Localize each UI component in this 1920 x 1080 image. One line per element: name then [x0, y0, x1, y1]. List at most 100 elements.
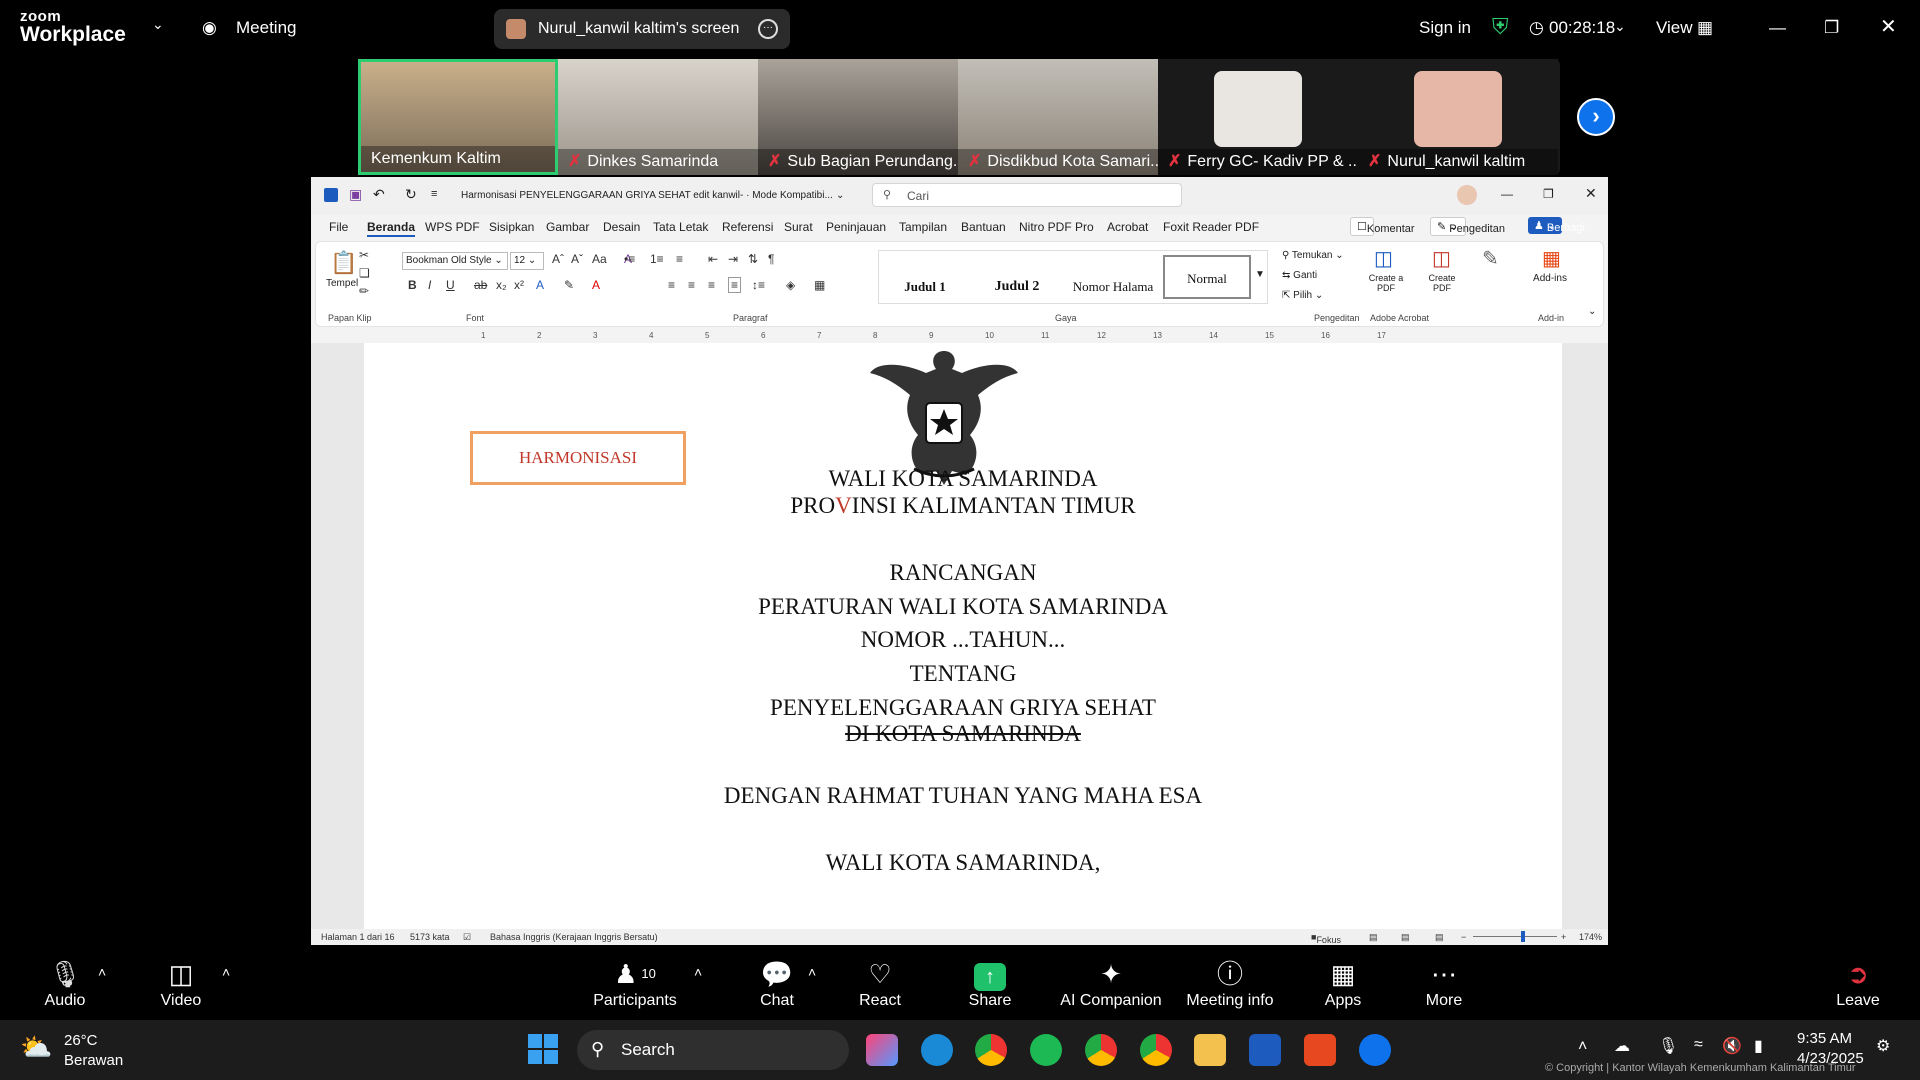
align-center-icon[interactable]: ≡ [688, 278, 695, 292]
highlight-icon[interactable]: ✎ [564, 278, 574, 292]
more-button[interactable]: ⋯ More [1418, 956, 1470, 1010]
close-icon[interactable]: ✕ [1880, 14, 1897, 39]
shrink-font-icon[interactable]: Aˇ [571, 252, 583, 266]
copy-icon[interactable]: ❏ [359, 266, 370, 280]
print-layout-icon[interactable]: ▤ [1401, 932, 1410, 943]
participant-tile[interactable]: ✗ Dinkes Samarinda [558, 59, 758, 175]
tab-tampilan[interactable]: Tampilan [899, 220, 947, 234]
status-page[interactable]: Halaman 1 dari 16 [321, 932, 395, 942]
komentar-button[interactable]: ☐ Komentar [1350, 217, 1415, 236]
battery-icon[interactable]: ▮ [1754, 1036, 1763, 1056]
tab-gambar[interactable]: Gambar [546, 220, 589, 234]
chat-button[interactable]: 💬 Chat [752, 956, 802, 1010]
customize-toolbar-icon[interactable]: ≡ [431, 188, 437, 200]
participant-tile[interactable]: ✗ Nurul_kanwil kaltim [1358, 59, 1558, 175]
close-icon[interactable]: ✕ [1585, 185, 1597, 202]
style-judul-1[interactable]: Judul 1 [881, 265, 969, 309]
file-explorer-icon[interactable] [1194, 1034, 1226, 1066]
superscript-icon[interactable]: x² [514, 278, 524, 292]
tab-acrobat[interactable]: Acrobat [1107, 220, 1148, 234]
status-language[interactable]: Bahasa Inggris (Kerajaan Inggris Bersatu… [490, 932, 658, 942]
participant-tile[interactable]: ✗ Sub Bagian Perundang... [758, 59, 958, 175]
sign-pdf-icon[interactable]: ✎ [1482, 246, 1499, 271]
zoom-app-icon[interactable] [1359, 1034, 1391, 1066]
notification-icon[interactable]: ⚙ [1876, 1036, 1890, 1056]
subscript-icon[interactable]: x₂ [496, 278, 507, 292]
style-judul-2[interactable]: Judul 2 [973, 265, 1061, 309]
add-ins-icon[interactable]: ▦ [1542, 246, 1561, 271]
more-options-icon[interactable]: ··· [758, 19, 778, 39]
chevron-down-icon[interactable]: ⌄ [152, 16, 164, 33]
create-pdf-icon[interactable]: ◫ [1432, 246, 1451, 271]
avatar[interactable] [1457, 185, 1477, 205]
chrome-icon[interactable] [975, 1034, 1007, 1066]
styles-more-icon[interactable]: ▼ [1255, 269, 1265, 280]
create-a-pdf-label[interactable]: Create a PDF [1362, 273, 1410, 293]
shield-check-icon[interactable]: ⛨ [1492, 14, 1509, 40]
chevron-up-icon[interactable]: ˄ [808, 964, 816, 980]
copilot-icon[interactable] [866, 1034, 898, 1066]
tab-surat[interactable]: Surat [784, 220, 813, 234]
word-icon[interactable] [1249, 1034, 1281, 1066]
tab-file[interactable]: File [329, 220, 348, 234]
taskbar-search[interactable]: ⚲ Search [577, 1030, 849, 1070]
participant-tile[interactable]: Kemenkum Kaltim [358, 59, 558, 175]
bullets-icon[interactable]: •≡ [624, 252, 635, 266]
tab-tata-letak[interactable]: Tata Letak [653, 220, 708, 234]
align-left-icon[interactable]: ≡ [668, 278, 675, 292]
chevron-up-icon[interactable]: ˄ [1578, 1038, 1587, 1056]
focus-button[interactable]: ■ Fokus [1311, 932, 1341, 945]
meeting-label[interactable]: Meeting [236, 18, 296, 38]
pilcrow-icon[interactable]: ¶ [768, 252, 774, 266]
minimize-icon[interactable]: — [1769, 18, 1786, 38]
participants-button[interactable]: ♟ 10 Participants [592, 956, 678, 1010]
pengeditan-button[interactable]: ✎ Pengeditan ⌄ [1430, 217, 1505, 236]
numbering-icon[interactable]: 1≡ [650, 252, 664, 266]
clock-time[interactable]: 9:35 AM [1797, 1030, 1852, 1047]
berbagi-button[interactable]: ♟ Berbagi ⌄ [1528, 217, 1585, 234]
volume-muted-icon[interactable]: 🔇 [1722, 1036, 1742, 1056]
sort-icon[interactable]: ⇅ [748, 252, 758, 266]
tab-bantuan[interactable]: Bantuan [961, 220, 1006, 234]
windows-start-icon[interactable] [528, 1034, 558, 1064]
change-case-icon[interactable]: Aa [592, 252, 607, 266]
spotify-icon[interactable] [1030, 1034, 1062, 1066]
paste-label[interactable]: Tempel [326, 278, 358, 289]
tab-peninjauan[interactable]: Peninjauan [826, 220, 886, 234]
proofing-icon[interactable]: ☑ [463, 932, 471, 943]
italic-icon[interactable]: I [428, 278, 431, 292]
align-right-icon[interactable]: ≡ [708, 278, 715, 292]
bold-icon[interactable]: B [408, 278, 417, 292]
next-page-icon[interactable]: › [1577, 98, 1615, 136]
restore-icon[interactable]: ❐ [1824, 18, 1839, 38]
multilevel-list-icon[interactable]: ≡ [676, 252, 683, 266]
decrease-indent-icon[interactable]: ⇤ [708, 252, 718, 266]
redo-icon[interactable]: ↻ [405, 186, 417, 203]
meeting-info-button[interactable]: ⓘ Meeting info [1178, 956, 1282, 1010]
sign-in-link[interactable]: Sign in [1419, 18, 1471, 38]
shading-icon[interactable]: ◈ [786, 278, 795, 292]
web-layout-icon[interactable]: ▤ [1435, 932, 1444, 943]
justify-icon[interactable]: ≡ [728, 277, 742, 293]
borders-icon[interactable]: ▦ [814, 278, 825, 292]
participant-tile[interactable]: ✗ Ferry GC- Kadiv PP & ... [1158, 59, 1358, 175]
zoom-slider-thumb[interactable] [1521, 931, 1525, 942]
weather-icon[interactable]: ⛅ [20, 1032, 52, 1063]
grow-font-icon[interactable]: Aˆ [552, 252, 564, 266]
grid-view-icon[interactable]: ▦ [1697, 18, 1713, 38]
document-canvas[interactable]: HARMONISASI WALI KOTA SAMARINDA PROVINSI… [311, 343, 1608, 929]
share-button[interactable]: ↑ Share [964, 956, 1016, 1010]
search-input[interactable]: ⚲ Cari [872, 183, 1182, 207]
read-mode-icon[interactable]: ▤ [1369, 932, 1378, 943]
font-size-select[interactable]: 12 ⌄ [510, 252, 544, 270]
create-pdf-label[interactable]: Create PDF [1420, 273, 1464, 293]
chrome-profile-icon[interactable] [1085, 1034, 1117, 1066]
view-button[interactable]: View [1656, 18, 1693, 38]
underline-icon[interactable]: U [446, 278, 455, 292]
chrome-profile-icon[interactable] [1140, 1034, 1172, 1066]
ai-companion-button[interactable]: ✦ AI Companion [1059, 956, 1163, 1010]
tab-wps-pdf[interactable]: WPS PDF [425, 220, 480, 234]
restore-icon[interactable]: ❐ [1543, 187, 1554, 201]
wifi-icon[interactable]: ≈ [1694, 1036, 1703, 1054]
chevron-down-icon[interactable]: ⌄ [1614, 18, 1626, 35]
